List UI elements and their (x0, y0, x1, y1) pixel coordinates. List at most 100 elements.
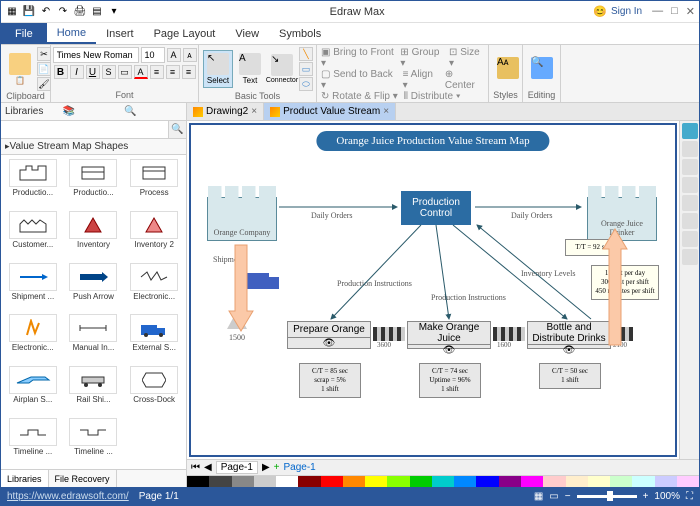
send-back-button[interactable]: ▢ Send to Back ▾ (321, 69, 397, 91)
shape-item[interactable]: Electronic... (3, 312, 63, 363)
export-icon[interactable]: ▤ (90, 5, 104, 19)
tab-page-layout[interactable]: Page Layout (144, 23, 226, 44)
align-right-icon[interactable]: ≡ (182, 65, 196, 79)
tab-home[interactable]: Home (47, 23, 96, 44)
shape-item[interactable]: Productio... (64, 157, 124, 208)
rside-comment-icon[interactable] (682, 231, 698, 247)
data-box-2[interactable]: C/T = 74 sec Uptime = 96% 1 shift (419, 363, 481, 398)
styles-button[interactable]: Aᴀ (493, 55, 523, 82)
color-swatch[interactable] (187, 476, 209, 487)
page-nav-prev-icon[interactable]: ◀ (204, 462, 212, 473)
view-mode-icon[interactable]: ▦ (534, 491, 543, 502)
process-bottle[interactable]: Bottle and Distribute Drinks👁 (527, 321, 611, 349)
shape-item[interactable]: Airplan S... (3, 364, 63, 415)
tt-note[interactable]: T/T = 92 sec (565, 239, 621, 256)
page-tab[interactable]: Page-1 (216, 461, 258, 474)
view-mode-icon[interactable]: ▭ (549, 491, 558, 502)
save-icon[interactable]: 💾 (22, 5, 36, 19)
process-make[interactable]: Make Orange Juice👁 (407, 321, 491, 349)
undo-icon[interactable]: ↶ (39, 5, 53, 19)
font-color-icon[interactable]: A (134, 65, 148, 79)
page-nav-next-icon[interactable]: ▶ (262, 462, 270, 473)
shape-item[interactable]: Rail Shi... (64, 364, 124, 415)
process-prepare[interactable]: Prepare Orange👁 (287, 321, 371, 349)
library-search-input[interactable] (1, 121, 168, 138)
color-swatch[interactable] (209, 476, 231, 487)
color-swatch[interactable] (232, 476, 254, 487)
library-category[interactable]: ▸ Value Stream Map Shapes (1, 139, 186, 155)
color-swatch[interactable] (276, 476, 298, 487)
color-swatch[interactable] (543, 476, 565, 487)
lib-add-icon[interactable]: 📚 (63, 106, 121, 117)
color-swatch[interactable] (655, 476, 677, 487)
tab-file-recovery[interactable]: File Recovery (49, 470, 117, 487)
color-swatch[interactable] (610, 476, 632, 487)
color-swatch[interactable] (566, 476, 588, 487)
shape-item[interactable]: Productio... (3, 157, 63, 208)
color-swatch[interactable] (632, 476, 654, 487)
close-tab-icon[interactable]: × (251, 106, 257, 117)
page-nav-first-icon[interactable]: ⏮ (191, 462, 200, 473)
italic-button[interactable]: I (70, 65, 84, 79)
align-left-icon[interactable]: ≡ (150, 65, 164, 79)
text-tool[interactable]: AText (235, 51, 265, 87)
doc-tab[interactable]: Drawing2× (187, 103, 264, 120)
data-box-1[interactable]: C/T = 85 sec scrap = 5% 1 shift (299, 363, 361, 398)
rside-image-icon[interactable] (682, 213, 698, 229)
highlight-icon[interactable]: ▭ (118, 65, 132, 79)
rside-text-icon[interactable] (682, 177, 698, 193)
shape-item[interactable]: Manual In... (64, 312, 124, 363)
color-swatch[interactable] (343, 476, 365, 487)
rect-shape-icon[interactable]: ▭ (299, 62, 313, 76)
shape-item[interactable]: Shipment ... (3, 261, 63, 312)
distribute-button[interactable]: ⫴ Distribute ▾ (404, 91, 461, 102)
rside-line-icon[interactable] (682, 159, 698, 175)
shape-item[interactable]: Electronic... (124, 261, 184, 312)
tab-insert[interactable]: Insert (96, 23, 144, 44)
bold-button[interactable]: B (54, 65, 68, 79)
align-center-icon[interactable]: ≡ (166, 65, 180, 79)
group-button[interactable]: ⊞ Group ▾ (400, 47, 443, 69)
font-family-select[interactable] (53, 47, 139, 63)
shape-item[interactable]: Push Arrow (64, 261, 124, 312)
strike-button[interactable]: S (102, 65, 116, 79)
rside-fill-icon[interactable] (682, 141, 698, 157)
tab-symbols[interactable]: Symbols (269, 23, 331, 44)
search-go-icon[interactable]: 🔍 (168, 121, 186, 138)
lib-search-icon[interactable]: 🔍 (124, 106, 182, 117)
shape-item[interactable]: Inventory (64, 209, 124, 260)
factory-left[interactable]: Orange Company (207, 197, 277, 241)
grow-font-icon[interactable]: A (167, 48, 181, 62)
data-box-3[interactable]: C/T = 50 sec 1 shift (539, 363, 601, 389)
page-tab-dup[interactable]: Page-1 (284, 462, 316, 473)
fit-page-icon[interactable]: ⛶ (686, 491, 693, 502)
color-swatch[interactable] (499, 476, 521, 487)
select-tool[interactable]: ↖Select (203, 50, 233, 88)
zoom-in-icon[interactable]: + (643, 491, 649, 502)
push-arrow-1[interactable] (373, 327, 405, 341)
shape-item[interactable]: Inventory 2 (124, 209, 184, 260)
cut-icon[interactable]: ✂ (37, 47, 51, 61)
file-menu[interactable]: File (1, 23, 47, 44)
color-swatch[interactable] (432, 476, 454, 487)
color-swatch[interactable] (410, 476, 432, 487)
zoom-slider[interactable] (577, 495, 637, 498)
production-control-box[interactable]: Production Control (401, 191, 471, 225)
redo-icon[interactable]: ↷ (56, 5, 70, 19)
qat-menu-icon[interactable]: ▦ (5, 5, 19, 19)
shape-item[interactable]: Customer... (3, 209, 63, 260)
shape-item[interactable]: External S... (124, 312, 184, 363)
drawing-canvas[interactable]: Orange Juice Production Value Stream Map… (189, 123, 677, 457)
color-swatch[interactable] (476, 476, 498, 487)
rotate-button[interactable]: ↻ Rotate & Flip ▾ (321, 91, 398, 102)
line-shape-icon[interactable]: ╲ (299, 47, 313, 61)
rside-layer-icon[interactable] (682, 195, 698, 211)
oval-shape-icon[interactable]: ⬭ (299, 77, 313, 91)
print-icon[interactable]: 🖨 (73, 5, 87, 19)
shrink-font-icon[interactable]: ᴀ (183, 48, 197, 62)
rside-history-icon[interactable] (682, 249, 698, 265)
bring-front-button[interactable]: ▣ Bring to Front ▾ (321, 47, 394, 69)
copy-icon[interactable]: 📄 (37, 62, 51, 76)
format-painter-icon[interactable]: 🖌 (37, 77, 51, 91)
align-button[interactable]: ≡ Align ▾ (403, 69, 439, 91)
